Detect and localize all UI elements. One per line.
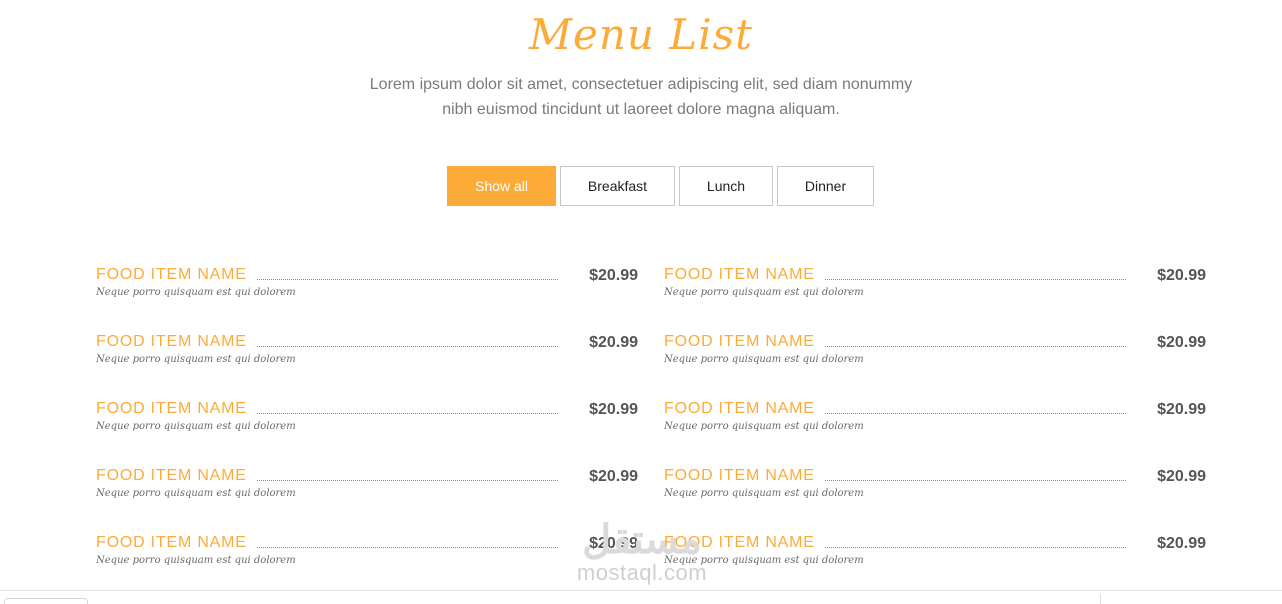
dotted-leader [824,346,1126,347]
page-subtitle: Lorem ipsum dolor sit amet, consectetuer… [341,72,941,122]
menu-item-name: FOOD ITEM NAME [96,467,247,484]
subtitle-line-2: nibh euismod tincidunt ut laoreet dolore… [442,101,840,118]
menu-item-name: FOOD ITEM NAME [96,534,247,551]
dotted-leader [256,279,558,280]
menu-item-price: $20.99 [1157,401,1206,418]
filter-breakfast-button[interactable]: Breakfast [560,166,675,206]
filter-show-all-button[interactable]: Show all [447,166,556,206]
menu-item-price: $20.99 [589,267,638,284]
dotted-leader [824,547,1126,548]
menu-item-price: $20.99 [589,535,638,552]
menu-item-price: $20.99 [589,334,638,351]
menu-item: FOOD ITEM NAME $20.99 Neque porro quisqu… [96,463,638,530]
menu-item: FOOD ITEM NAME $20.99 Neque porro quisqu… [664,463,1206,530]
dotted-leader [256,480,558,481]
menu-item-description: Neque porro quisquam est qui dolorem [664,287,864,298]
dotted-leader [824,413,1126,414]
subtitle-line-1: Lorem ipsum dolor sit amet, consectetuer… [369,76,913,93]
menu-item: FOOD ITEM NAME $20.99 Neque porro quisqu… [664,329,1206,396]
menu-item-description: Neque porro quisquam est qui dolorem [96,354,296,365]
menu-item-price: $20.99 [1157,267,1206,284]
menu-item-price: $20.99 [1157,535,1206,552]
menu-item: FOOD ITEM NAME $20.99 Neque porro quisqu… [664,530,1206,597]
dotted-leader [256,346,558,347]
dotted-leader [256,413,558,414]
menu-item-description: Neque porro quisquam est qui dolorem [664,421,864,432]
menu-item: FOOD ITEM NAME $20.99 Neque porro quisqu… [664,396,1206,463]
menu-item-description: Neque porro quisquam est qui dolorem [96,488,296,499]
dotted-leader [256,547,558,548]
menu-item-name: FOOD ITEM NAME [664,400,815,417]
menu-item: FOOD ITEM NAME $20.99 Neque porro quisqu… [96,396,638,463]
bottom-divider-line [0,590,1282,604]
dotted-leader [824,480,1126,481]
menu-item-price: $20.99 [1157,468,1206,485]
menu-item-price: $20.99 [589,401,638,418]
menu-page: Menu List Lorem ipsum dolor sit amet, co… [0,0,1282,604]
menu-item-name: FOOD ITEM NAME [664,467,815,484]
menu-item: FOOD ITEM NAME $20.99 Neque porro quisqu… [96,262,638,329]
filter-lunch-button[interactable]: Lunch [679,166,773,206]
menu-item: FOOD ITEM NAME $20.99 Neque porro quisqu… [96,329,638,396]
menu-item-description: Neque porro quisquam est qui dolorem [96,421,296,432]
menu-item-description: Neque porro quisquam est qui dolorem [664,488,864,499]
bottom-separator [1100,594,1101,604]
menu-item-name: FOOD ITEM NAME [664,333,815,350]
bottom-tab[interactable] [4,598,88,604]
menu-item-price: $20.99 [589,468,638,485]
menu-filter-bar: Show all Breakfast Lunch Dinner [447,166,874,206]
menu-item-name: FOOD ITEM NAME [664,534,815,551]
menu-item-description: Neque porro quisquam est qui dolorem [96,287,296,298]
menu-item: FOOD ITEM NAME $20.99 Neque porro quisqu… [664,262,1206,329]
filter-dinner-button[interactable]: Dinner [777,166,874,206]
menu-item-description: Neque porro quisquam est qui dolorem [664,555,864,566]
menu-item-description: Neque porro quisquam est qui dolorem [664,354,864,365]
menu-item: FOOD ITEM NAME $20.99 Neque porro quisqu… [96,530,638,597]
menu-item-price: $20.99 [1157,334,1206,351]
menu-item-name: FOOD ITEM NAME [96,333,247,350]
menu-column-right: FOOD ITEM NAME $20.99 Neque porro quisqu… [664,262,1206,597]
menu-item-name: FOOD ITEM NAME [96,400,247,417]
page-title: Menu List [528,10,754,59]
menu-item-name: FOOD ITEM NAME [664,266,815,283]
menu-item-name: FOOD ITEM NAME [96,266,247,283]
dotted-leader [824,279,1126,280]
menu-column-left: FOOD ITEM NAME $20.99 Neque porro quisqu… [96,262,638,597]
menu-item-description: Neque porro quisquam est qui dolorem [96,555,296,566]
